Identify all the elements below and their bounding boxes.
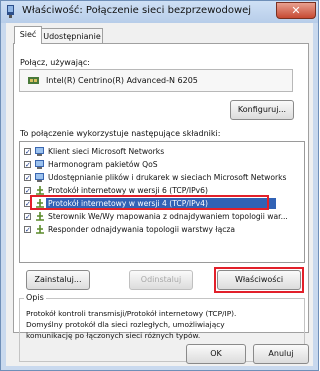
list-item[interactable]: ✓ Harmonogram pakietów QoS — [20, 159, 304, 171]
checkbox[interactable]: ✓ — [24, 148, 31, 156]
network-client-icon — [35, 147, 44, 156]
network-adapter-icon — [7, 5, 14, 18]
description-title: Opis — [24, 293, 46, 302]
list-item[interactable]: ✓ Udostępnianie plików i drukarek w siec… — [20, 172, 304, 184]
properties-highlight-frame — [214, 267, 304, 293]
checkbox[interactable]: ✓ — [24, 174, 31, 182]
components-label: To połączenie wykorzystuje następujące s… — [20, 129, 221, 138]
connect-using-label: Połącz, używając: — [20, 58, 90, 67]
cancel-button[interactable]: Anuluj — [253, 344, 309, 364]
checkbox[interactable]: ✓ — [24, 213, 31, 221]
configure-button[interactable]: Konfiguruj... — [230, 100, 294, 120]
ok-button[interactable]: OK — [186, 344, 246, 364]
list-item[interactable]: ✓ Klient sieci Microsoft Networks — [20, 146, 304, 158]
qos-scheduler-icon — [35, 160, 44, 169]
properties-dialog: Właściwość: Połączenie sieci bezprzewodo… — [0, 0, 319, 371]
file-printer-sharing-icon — [35, 173, 44, 182]
list-item-label: Klient sieci Microsoft Networks — [48, 147, 165, 156]
description-text: Protokół kontroli transmisji/Protokół in… — [26, 308, 286, 341]
window-title: Właściwość: Połączenie sieci bezprzewodo… — [22, 5, 252, 16]
network-card-icon — [28, 77, 39, 84]
description-line: Protokół kontroli transmisji/Protokół in… — [26, 309, 237, 318]
ipv4-highlight-frame — [30, 195, 269, 210]
description-line: Domyślny protokół dla sieci rozległych, … — [26, 320, 225, 329]
tab-sharing[interactable]: Udostępnianie — [41, 28, 103, 43]
install-button[interactable]: Zainstaluj... — [26, 270, 90, 290]
list-item-label: Udostępnianie plików i drukarek w siecia… — [48, 173, 287, 182]
list-item[interactable]: ✓ Sterownik We/Wy mapowania z odnajdywan… — [20, 211, 304, 223]
protocol-icon — [36, 212, 44, 221]
close-button[interactable]: ✕ — [276, 2, 316, 19]
checkbox[interactable]: ✓ — [24, 187, 31, 195]
checkbox[interactable]: ✓ — [24, 226, 31, 234]
tab-network[interactable]: Sieć — [14, 26, 42, 44]
protocol-icon — [36, 225, 44, 234]
adapter-name: Intel(R) Centrino(R) Advanced-N 6205 — [46, 76, 198, 85]
uninstall-button: Odinstaluj — [129, 270, 193, 290]
dialog-body: Sieć Udostępnianie Połącz, używając: Int… — [6, 23, 313, 366]
list-item-label: Responder odnajdywania topologii warstwy… — [48, 225, 236, 234]
description-line: komunikację po łączonych sieci różnych t… — [26, 331, 201, 340]
title-bar[interactable]: Właściwość: Połączenie sieci bezprzewodo… — [1, 1, 318, 23]
adapter-field: Intel(R) Centrino(R) Advanced-N 6205 — [19, 69, 293, 92]
list-item[interactable]: ✓ Responder odnajdywania topologii warst… — [20, 224, 304, 236]
list-item-label: Sterownik We/Wy mapowania z odnajdywanie… — [48, 212, 288, 221]
checkbox[interactable]: ✓ — [24, 161, 31, 169]
list-item-label: Harmonogram pakietów QoS — [48, 160, 158, 169]
